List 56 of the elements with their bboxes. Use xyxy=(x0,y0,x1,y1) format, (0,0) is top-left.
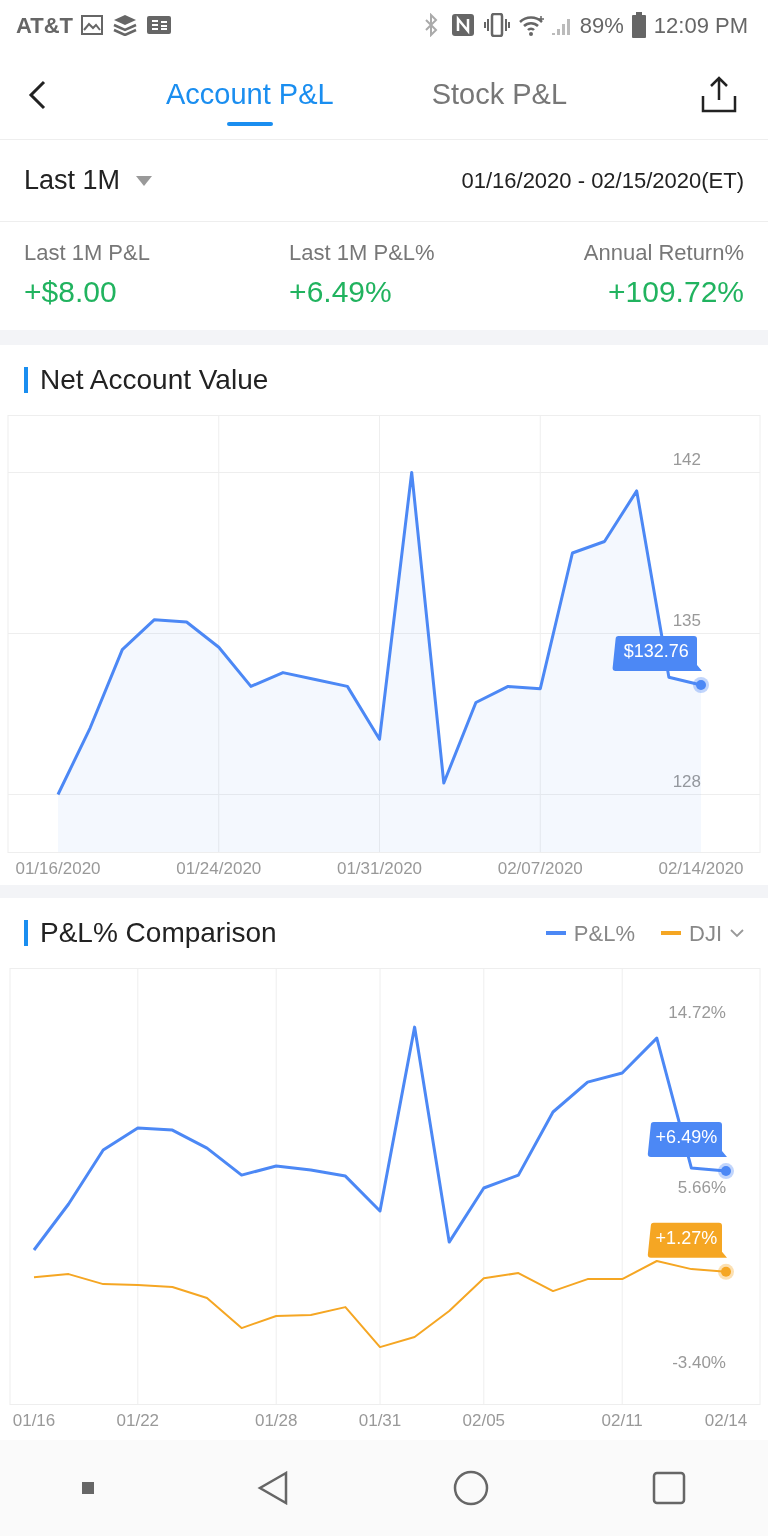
axis-label: -3.40% xyxy=(672,1352,726,1372)
stat-value: +6.49% xyxy=(289,274,393,310)
stat-label: Annual Return% xyxy=(583,239,744,267)
axis-label: 01/22 xyxy=(116,1411,160,1430)
nfc-icon xyxy=(451,14,474,36)
axis-label: 02/11 xyxy=(601,1411,643,1430)
tab[interactable]: Stock P&L xyxy=(431,62,568,127)
axis-label: 02/07/2020 xyxy=(497,859,583,878)
stat-label: Last 1M P&L% xyxy=(289,239,435,267)
back-icon[interactable] xyxy=(28,79,48,110)
layers-icon xyxy=(113,14,138,36)
legend-label: DJI xyxy=(689,919,722,948)
annotation: +1.27% xyxy=(655,1227,718,1248)
axis-label: 02/05 xyxy=(462,1411,506,1430)
bluetooth-icon xyxy=(423,13,438,37)
value-tag: +6.49% xyxy=(647,1122,727,1158)
axis-label: 01/31/2020 xyxy=(336,859,423,878)
stat-value: +$8.00 xyxy=(24,274,118,310)
tab[interactable]: Account P&L xyxy=(166,62,334,127)
clock-time: 12:09 PM xyxy=(653,11,748,40)
axis-label: 135 xyxy=(672,610,701,630)
battery-icon xyxy=(631,12,646,38)
chevron-down-icon[interactable] xyxy=(730,928,744,938)
vibrate-icon xyxy=(483,13,510,37)
axis-label: 128 xyxy=(672,771,701,791)
axis-label: 01/24/2020 xyxy=(176,859,262,878)
axis-label: 5.66% xyxy=(677,1178,726,1198)
date-range: 01/16/2020 - 02/15/2020(ET) xyxy=(461,167,744,195)
battery-level: 89% xyxy=(579,11,624,40)
axis-label: 01/16/2020 xyxy=(15,859,101,878)
axis-label: 14.72% xyxy=(668,1003,726,1023)
axis-label: 01/16 xyxy=(12,1411,56,1430)
stat-value: +109.72% xyxy=(607,274,744,310)
axis-label: 01/31 xyxy=(358,1411,402,1430)
badge-icon xyxy=(147,16,172,34)
home-circle-icon[interactable] xyxy=(452,1470,489,1506)
section-title: Net Account Value xyxy=(24,367,269,393)
legend-label: P&L% xyxy=(573,919,635,948)
axis-label: 142 xyxy=(672,449,701,469)
annotation: $132.76 xyxy=(623,641,689,662)
value-tag: $132.76 xyxy=(612,636,702,671)
annotation: +6.49% xyxy=(655,1127,718,1148)
share-icon[interactable] xyxy=(700,75,738,114)
period-dropdown[interactable]: Last 1M xyxy=(24,160,153,201)
axis-label: 02/14 xyxy=(704,1411,748,1430)
carrier-name: AT&T xyxy=(16,11,74,40)
caret-icon xyxy=(136,175,153,186)
value-tag: +1.27% xyxy=(647,1222,727,1258)
section-title: P&L% Comparison xyxy=(24,920,277,946)
back-triangle-icon[interactable] xyxy=(257,1471,290,1505)
axis-label: 02/14/2020 xyxy=(658,859,744,878)
wifi-icon xyxy=(517,14,546,36)
square-icon[interactable] xyxy=(652,1471,687,1505)
axis-label: 01/28 xyxy=(254,1411,298,1430)
stat-label: Last 1M P&L xyxy=(24,239,150,267)
image-icon xyxy=(81,15,104,35)
